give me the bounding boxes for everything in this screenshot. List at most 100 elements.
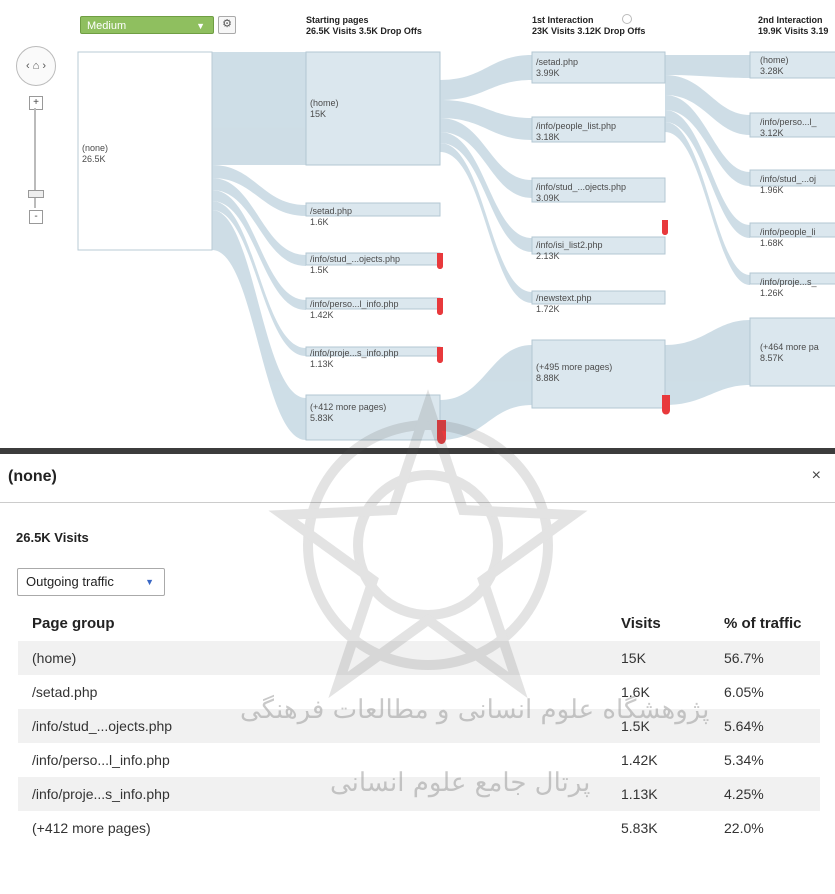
node-name: /info/people_list.php (536, 121, 617, 131)
dimension-select[interactable]: Medium ▼ (80, 16, 214, 34)
node-value: 1.6K (310, 217, 329, 227)
column-header-pct-traffic[interactable]: % of traffic (724, 611, 820, 641)
zoom-in-button[interactable]: + (29, 96, 43, 110)
node-value: 1.13K (310, 359, 334, 369)
node-name: (home) (760, 55, 789, 65)
flow-connections (77, 51, 835, 444)
node-label-start-1[interactable]: /setad.php 1.6K (310, 206, 352, 228)
node-label-first-4[interactable]: /newstext.php 1.72K (536, 293, 592, 315)
flow-first-to-proje (665, 122, 750, 285)
column-header-page-group[interactable]: Page group (18, 611, 621, 641)
node-name: /info/perso...l_info.php (310, 299, 399, 309)
table-row[interactable]: (+412 more pages) 5.83K 22.0% (18, 811, 820, 845)
pan-control[interactable]: ‹ ⌂ › (16, 46, 56, 86)
cell-pct: 6.05% (724, 684, 764, 700)
cell-page: (+412 more pages) (32, 820, 151, 836)
table-row[interactable]: (home) 15K 56.7% (18, 641, 820, 675)
table-row[interactable]: /setad.php 1.6K 6.05% (18, 675, 820, 709)
cell-page: /setad.php (32, 684, 98, 700)
page-group-table: Page group Visits % of traffic (home) 15… (18, 611, 820, 845)
cell-visits: 1.13K (621, 777, 724, 811)
node-value: 26.5K (82, 154, 106, 164)
gear-icon[interactable]: ⚙ (218, 16, 236, 34)
traffic-direction-label: Outgoing traffic (26, 574, 114, 589)
close-icon[interactable]: × (812, 467, 821, 485)
column-header-second-interaction: 2nd Interaction 19.9K Visits 3.19 (758, 15, 828, 37)
node-label-second-3[interactable]: /info/people_li 1.68K (760, 227, 816, 249)
node-name: /info/perso...l_ (760, 117, 817, 127)
node-name: /newstext.php (536, 293, 592, 303)
node-name: /info/proje...s_info.php (310, 348, 399, 358)
node-label-first-1[interactable]: /info/people_list.php 3.18K (536, 121, 616, 143)
node-detail-panel: (none) × 26.5K Visits Outgoing traffic ▼… (0, 448, 835, 894)
behavior-flow-canvas: Medium ▼ ⚙ Starting pages 26.5K Visits 3… (0, 0, 835, 448)
node-value: 3.99K (536, 68, 560, 78)
node-label-start-5[interactable]: (+412 more pages) 5.83K (310, 402, 386, 424)
flow-none-to-home (212, 52, 306, 165)
zoom-slider-handle[interactable] (28, 190, 44, 198)
node-value: 3.09K (536, 193, 560, 203)
node-name: /info/stud_...ojects.php (310, 254, 401, 264)
node-label-first-0[interactable]: /setad.php 3.99K (536, 57, 578, 79)
column-stats: 26.5K Visits 3.5K Drop Offs (306, 26, 422, 36)
table-row[interactable]: /info/stud_...ojects.php 1.5K 5.64% (18, 709, 820, 743)
cell-visits: 1.42K (621, 752, 658, 768)
node-label-second-1[interactable]: /info/perso...l_ 3.12K (760, 117, 817, 139)
cell-page: /info/perso...l_info.php (32, 752, 170, 768)
node-name: /info/proje...s_ (760, 277, 817, 287)
node-label-first-5[interactable]: (+495 more pages) 8.88K (536, 362, 612, 384)
node-label-start-3[interactable]: /info/perso...l_info.php 1.42K (310, 299, 399, 321)
dropoff-start-stud (437, 253, 443, 269)
node-label-second-2[interactable]: /info/stud_...oj 1.96K (760, 174, 816, 196)
node-label-start-4[interactable]: /info/proje...s_info.php 1.13K (310, 348, 399, 370)
node-value: 3.12K (760, 128, 784, 138)
node-label-second-0[interactable]: (home) 3.28K (760, 55, 789, 77)
panel-header: (none) × (0, 454, 835, 503)
node-label-start-0[interactable]: (home) 15K (310, 98, 339, 120)
node-value: 3.28K (760, 66, 784, 76)
node-value: 8.88K (536, 373, 560, 383)
node-label-second-4[interactable]: /info/proje...s_ 1.26K (760, 277, 817, 299)
column-header-visits[interactable]: Visits (621, 611, 724, 641)
dimension-select-label: Medium (87, 20, 127, 32)
node-label-source[interactable]: (none) 26.5K (82, 143, 108, 165)
flow-none-to-more (212, 210, 306, 440)
node-value: 5.83K (310, 413, 334, 423)
column-header-starting-pages: Starting pages 26.5K Visits 3.5K Drop Of… (306, 15, 422, 37)
cell-pct: 56.7% (724, 641, 820, 675)
cell-pct: 4.25% (724, 777, 820, 811)
chevron-down-icon: ▼ (196, 21, 205, 31)
node-value: 1.42K (310, 310, 334, 320)
node-label-second-5[interactable]: (+464 more pa 8.57K (760, 342, 819, 364)
node-name: (home) (310, 98, 339, 108)
column-settings-icon[interactable] (622, 14, 632, 24)
flow-more-to-more (440, 345, 532, 440)
column-title: 2nd Interaction (758, 15, 823, 25)
node-value: 1.96K (760, 185, 784, 195)
zoom-out-button[interactable]: - (29, 210, 43, 224)
cell-visits: 15K (621, 641, 724, 675)
node-name: (+412 more pages) (310, 402, 387, 412)
node-label-first-2[interactable]: /info/stud_...ojects.php 3.09K (536, 182, 626, 204)
node-name: (none) (82, 143, 109, 153)
flow-home-to-news (440, 143, 532, 303)
dropoff-first-more (662, 395, 670, 415)
node-label-first-3[interactable]: /info/isi_list2.php 2.13K (536, 240, 603, 262)
node-value: 3.18K (536, 132, 560, 142)
cell-page: /info/stud_...ojects.php (18, 709, 621, 743)
node-name: /setad.php (310, 206, 353, 216)
flow-home-to-setad (440, 55, 532, 100)
node-label-start-2[interactable]: /info/stud_...ojects.php 1.5K (310, 254, 400, 276)
dropoff-first-stud (662, 220, 668, 235)
table-row[interactable]: /info/proje...s_info.php 1.13K 4.25% (18, 777, 820, 811)
node-name: /info/stud_...ojects.php (536, 182, 627, 192)
node-name: /info/people_li (760, 227, 816, 237)
node-name: /setad.php (536, 57, 579, 67)
dropoff-start-proje (437, 347, 443, 363)
panel-title: (none) (8, 468, 57, 485)
table-row[interactable]: /info/perso...l_info.php 1.42K 5.34% (18, 743, 820, 777)
cell-visits: 1.6K (621, 684, 650, 700)
cell-page: /info/proje...s_info.php (18, 777, 621, 811)
traffic-direction-select[interactable]: Outgoing traffic ▼ (17, 568, 165, 596)
node-value: 1.26K (760, 288, 784, 298)
